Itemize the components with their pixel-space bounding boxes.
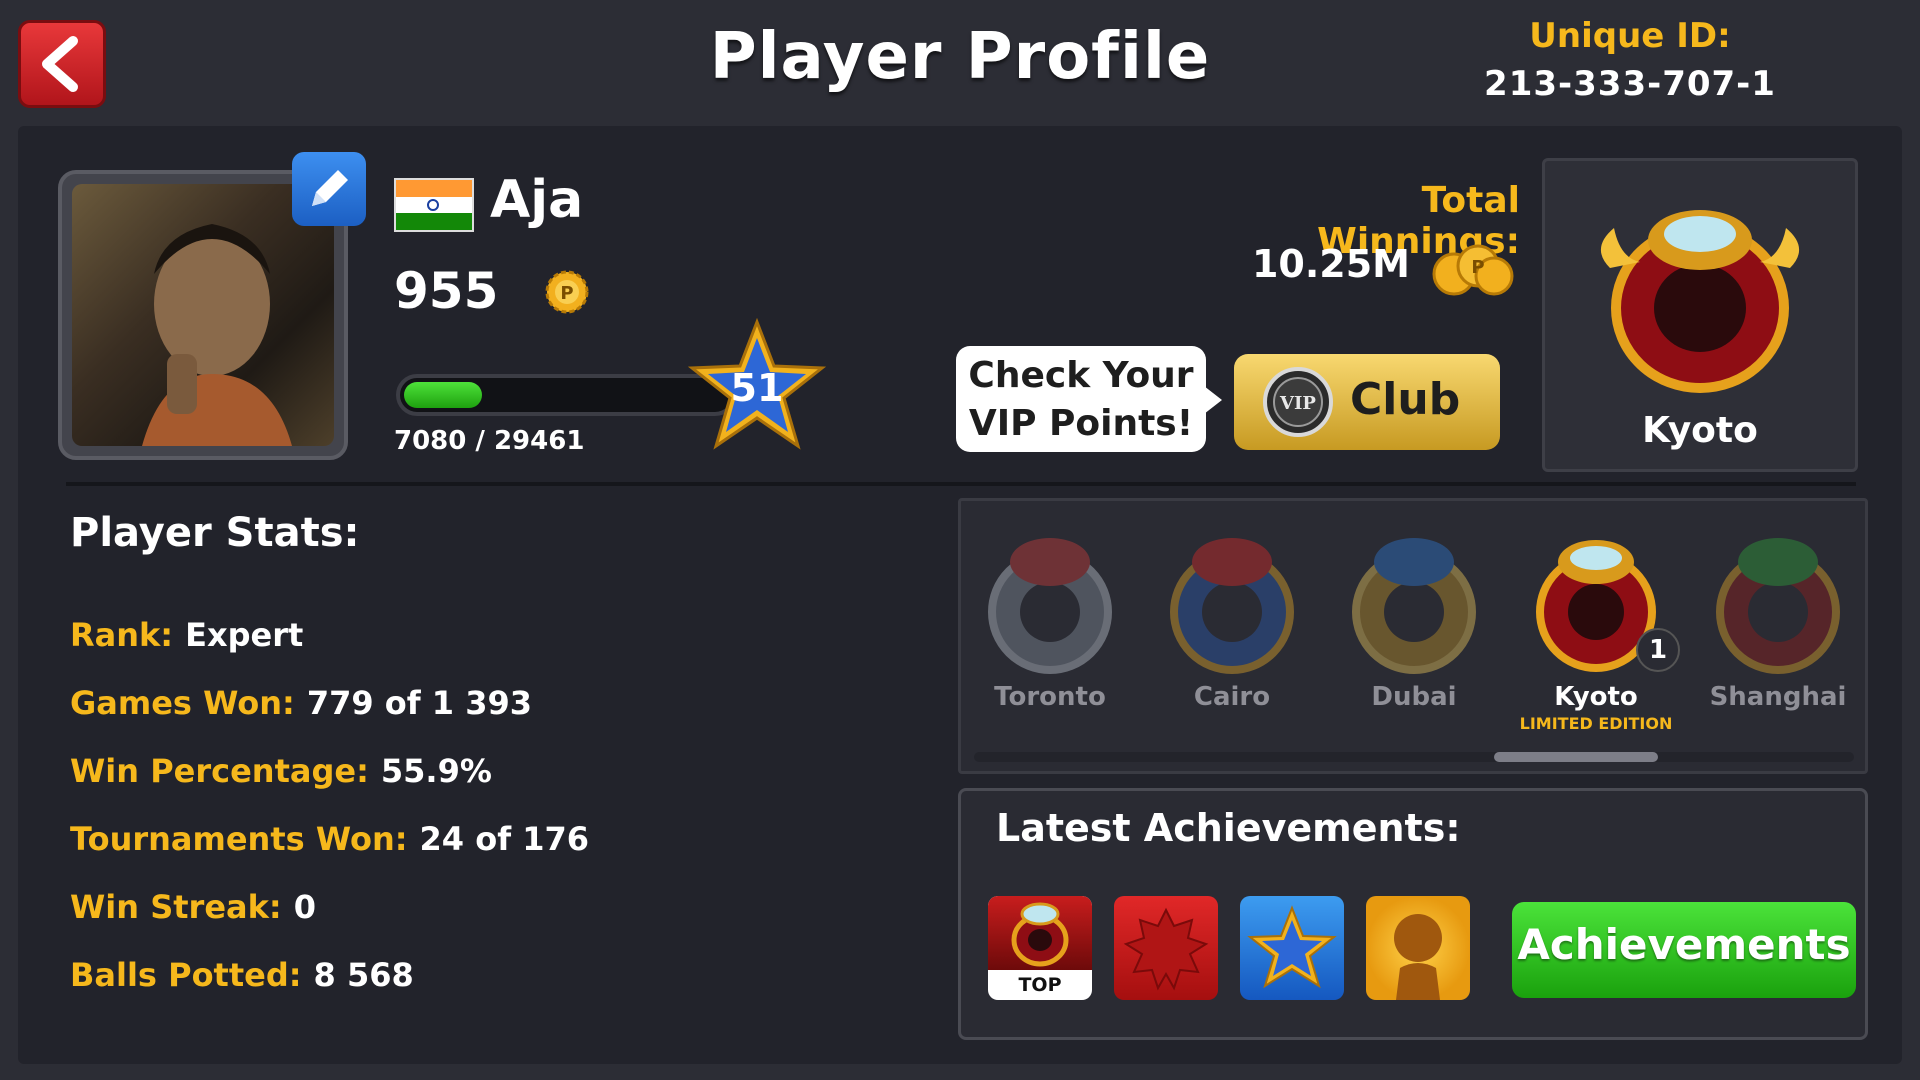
kyoto-ring-badge-icon <box>1011 902 1069 967</box>
stat-rank: Rank: Expert <box>70 616 303 654</box>
ring-label: Toronto <box>994 682 1106 712</box>
stat-label: Tournaments Won: <box>70 820 408 858</box>
stat-win-streak: Win Streak: 0 <box>70 888 316 926</box>
vip-bubble-line1: Check Your <box>968 355 1194 396</box>
pool-pass-points: 955 <box>394 262 499 320</box>
stat-label: Win Streak: <box>70 888 282 926</box>
vip-points-bubble[interactable]: Check Your VIP Points! <box>956 346 1206 452</box>
vip-badge-icon: VIP <box>1263 367 1333 437</box>
gold-player-badge-icon <box>1394 914 1442 1000</box>
featured-ring-label: Kyoto <box>1642 410 1758 451</box>
ring-shanghai[interactable]: Shanghai <box>1698 526 1858 712</box>
vip-bubble-line2: VIP Points! <box>968 403 1194 444</box>
unique-id-label: Unique ID: <box>1529 16 1731 56</box>
svg-text:P: P <box>1471 257 1484 278</box>
rings-scroll-thumb[interactable] <box>1494 752 1658 762</box>
cairo-ring-icon <box>1170 538 1294 674</box>
vip-badge-text: VIP <box>1279 393 1316 414</box>
club-button-label: Club <box>1350 374 1461 425</box>
stat-label: Rank: <box>70 616 174 654</box>
coins-pile-icon: P <box>1432 244 1514 296</box>
total-winnings-value: 10.25M <box>1251 242 1410 286</box>
ring-label: Kyoto <box>1554 682 1638 712</box>
stat-games-won: Games Won: 779 of 1 393 <box>70 684 532 722</box>
ring-count-badge: 1 <box>1636 628 1680 672</box>
stat-label: Win Percentage: <box>70 752 369 790</box>
ring-label: Cairo <box>1193 682 1271 712</box>
stat-value: 24 of 176 <box>419 820 590 858</box>
vip-bubble-pointer <box>1204 386 1222 414</box>
achievement-caption: TOP 100K <box>1018 974 1062 996</box>
stat-value: 0 <box>293 888 316 926</box>
blue-star-badge-icon <box>1247 905 1337 989</box>
achievement-badge-top100k[interactable]: TOP 100K <box>988 896 1092 1000</box>
stat-win-percentage: Win Percentage: 55.9% <box>70 752 492 790</box>
kyoto-ring-icon <box>1600 210 1800 393</box>
ring-toronto[interactable]: Toronto <box>970 526 1130 712</box>
pencil-icon <box>312 170 348 206</box>
unique-id-value: 213-333-707-1 <box>1484 64 1776 104</box>
stat-label: Balls Potted: <box>70 956 302 994</box>
toronto-ring-icon <box>988 538 1112 674</box>
achievements-title: Latest Achievements: <box>996 806 1461 850</box>
stat-label: Games Won: <box>70 684 295 722</box>
stat-value: 779 of 1 393 <box>306 684 532 722</box>
ring-cairo[interactable]: Cairo <box>1152 526 1312 712</box>
stats-title: Player Stats: <box>70 510 360 556</box>
stat-value: Expert <box>185 616 304 654</box>
level-number: 51 <box>730 366 784 410</box>
achievement-badge-player[interactable] <box>1366 896 1470 1000</box>
stat-value: 55.9% <box>380 752 492 790</box>
stat-balls-potted: Balls Potted: 8 568 <box>70 956 414 994</box>
xp-progress-fill <box>404 382 482 408</box>
rings-scroll-track[interactable] <box>974 752 1854 762</box>
india-flag-icon <box>394 178 474 232</box>
ring-label: Shanghai <box>1709 682 1847 712</box>
ring-subtitle: LIMITED EDITION <box>1519 714 1673 733</box>
dubai-ring-icon <box>1352 538 1476 674</box>
ring-dubai[interactable]: Dubai <box>1334 526 1494 712</box>
achievement-badge-star[interactable] <box>1240 896 1344 1000</box>
shanghai-ring-icon <box>1716 538 1840 674</box>
svg-text:P: P <box>560 283 573 304</box>
stat-tournaments-won: Tournaments Won: 24 of 176 <box>70 820 589 858</box>
player-name: Aja <box>490 170 584 230</box>
stat-value: 8 568 <box>313 956 414 994</box>
edit-profile-button[interactable] <box>292 152 366 226</box>
divider <box>66 482 1856 486</box>
ring-label: Dubai <box>1371 682 1457 712</box>
achievements-button-label: Achievements <box>1517 920 1851 969</box>
achievement-badge-red[interactable] <box>1114 896 1218 1000</box>
pool-coin-icon: P <box>545 270 589 314</box>
xp-progress-bar <box>396 374 736 416</box>
red-burst-badge-icon <box>1123 907 1209 991</box>
xp-progress-text: 7080 / 29461 <box>394 426 585 456</box>
